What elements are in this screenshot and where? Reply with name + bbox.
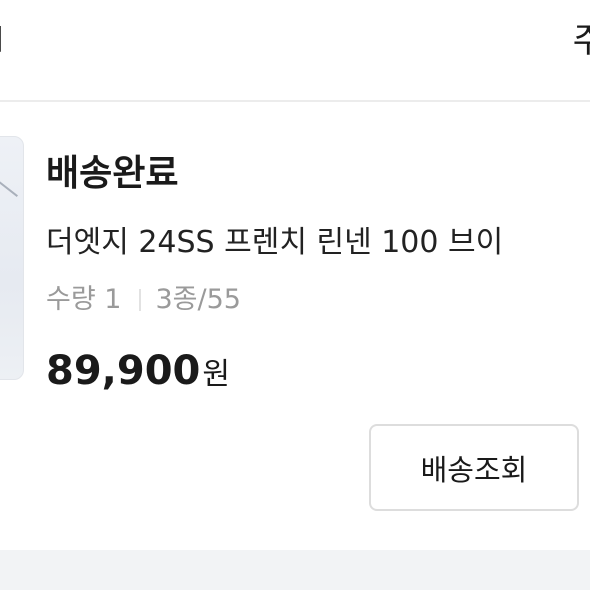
delivery-status: 배송완료 bbox=[46, 153, 179, 194]
hanger-icon bbox=[0, 173, 18, 197]
header-bar: l 주 bbox=[0, 0, 590, 102]
order-card[interactable]: 배송완료 더엣지 24SS 프렌치 린넨 100 브이 수량 1 3종/55 8… bbox=[0, 102, 590, 550]
order-meta: 수량 1 3종/55 bbox=[46, 285, 241, 315]
quantity-label: 수량 1 bbox=[46, 284, 122, 315]
meta-divider bbox=[139, 288, 142, 311]
option-label: 3종/55 bbox=[155, 284, 241, 315]
track-delivery-button[interactable]: 배송조회 bbox=[369, 424, 579, 511]
price: 89,900원 bbox=[46, 348, 230, 394]
header-action-fragment[interactable]: 주 bbox=[573, 24, 590, 58]
price-currency: 원 bbox=[202, 357, 230, 392]
price-amount: 89,900 bbox=[46, 348, 201, 394]
order-list-screen: l 주 배송완료 더엣지 24SS 프렌치 린넨 100 브이 수량 1 3종/… bbox=[0, 0, 590, 590]
header-title-fragment: l bbox=[0, 24, 4, 58]
section-divider bbox=[0, 550, 590, 590]
product-name[interactable]: 더엣지 24SS 프렌치 린넨 100 브이 bbox=[46, 226, 503, 259]
product-thumbnail[interactable] bbox=[0, 136, 24, 380]
